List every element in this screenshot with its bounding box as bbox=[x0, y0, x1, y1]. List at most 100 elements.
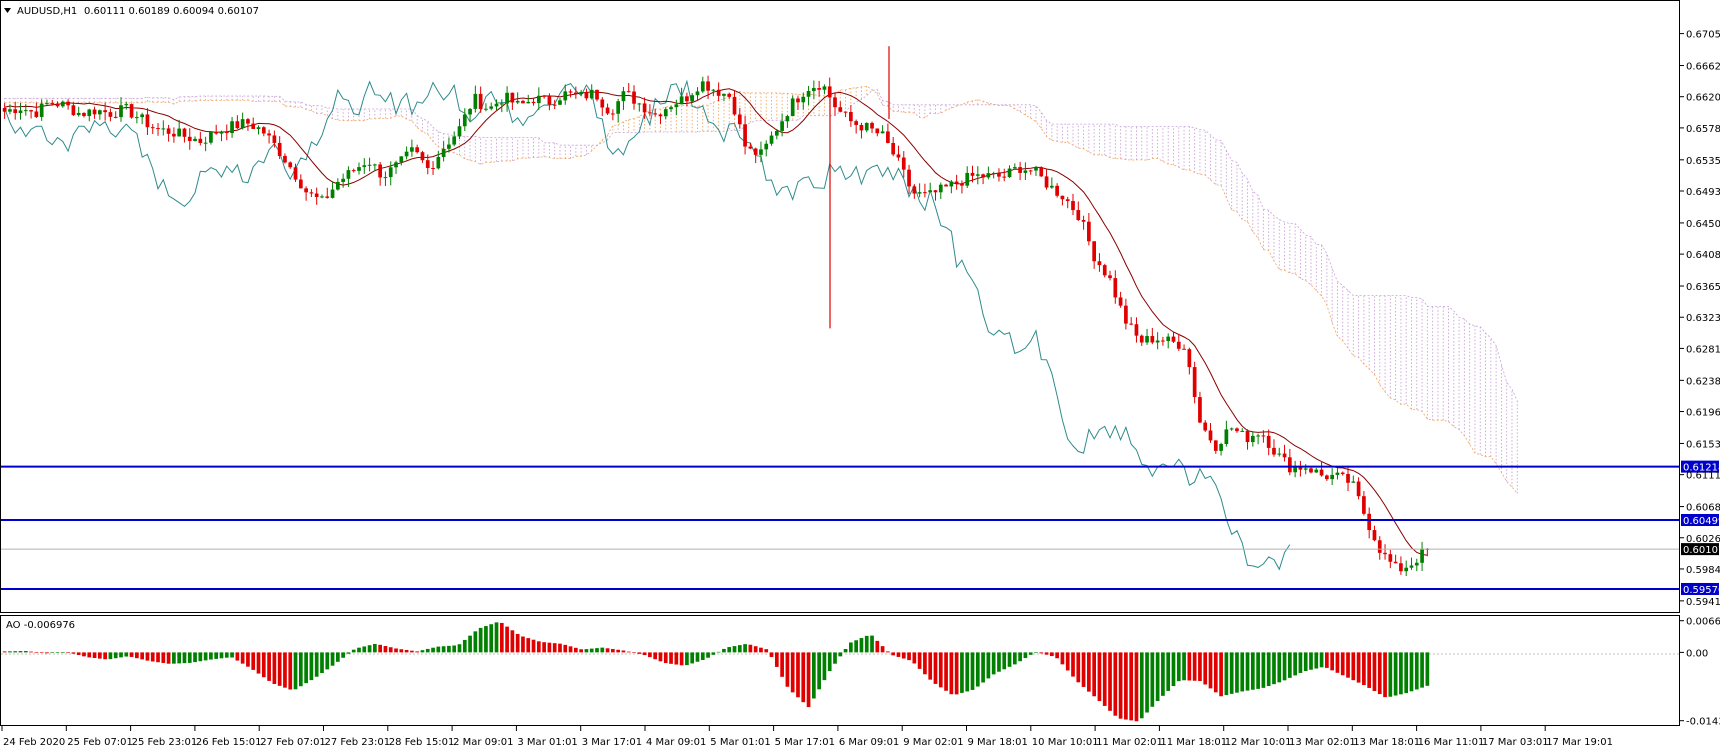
candle-body bbox=[700, 81, 705, 92]
candle-body bbox=[219, 131, 224, 134]
candle-body bbox=[187, 136, 192, 142]
ao-bar bbox=[1414, 652, 1419, 690]
triangle-down-icon[interactable] bbox=[4, 8, 11, 13]
ao-bar bbox=[505, 626, 509, 653]
candle-body bbox=[891, 142, 896, 155]
ao-bar bbox=[981, 652, 985, 683]
ao-bar bbox=[648, 652, 652, 658]
candle-body bbox=[1367, 513, 1372, 531]
ao-bar bbox=[737, 645, 742, 653]
ao-bar bbox=[759, 647, 763, 653]
ao-bar bbox=[145, 652, 150, 661]
ao-bar bbox=[1161, 652, 1165, 696]
ao-bar bbox=[166, 652, 171, 664]
ao-bar bbox=[584, 649, 589, 653]
candle-body bbox=[1087, 221, 1091, 242]
ao-bar bbox=[1071, 652, 1075, 677]
ao-bar bbox=[18, 651, 23, 653]
candle-body bbox=[938, 184, 943, 193]
ao-bar bbox=[82, 652, 86, 657]
candle-body bbox=[1335, 472, 1340, 475]
candle-body bbox=[1330, 474, 1335, 480]
candle-body bbox=[1309, 468, 1313, 473]
ao-bar bbox=[1124, 652, 1128, 720]
ao-bar bbox=[45, 652, 49, 654]
candle-body bbox=[8, 109, 12, 112]
candle-body bbox=[1166, 336, 1171, 341]
ao-bar bbox=[1325, 652, 1329, 668]
ao-bar bbox=[1102, 652, 1107, 706]
candle-body bbox=[669, 107, 673, 110]
ao-bar bbox=[1335, 652, 1340, 673]
ao-bar bbox=[1023, 652, 1028, 659]
ao-bar bbox=[1171, 652, 1176, 687]
price-tick-label: 0.64930 bbox=[1686, 187, 1720, 198]
candle-body bbox=[240, 119, 245, 129]
ao-bar bbox=[346, 652, 351, 654]
candle-body bbox=[1060, 195, 1065, 200]
ao-bar bbox=[420, 650, 425, 653]
ao-bar bbox=[1065, 652, 1070, 671]
candle-body bbox=[415, 147, 420, 153]
ao-bar bbox=[499, 622, 504, 653]
chart-canvas[interactable]: 0.612180.604990.595700.60107 0.670500.66… bbox=[0, 0, 1720, 751]
ao-bar bbox=[367, 645, 372, 653]
ao-bar bbox=[187, 652, 192, 663]
ao-bar bbox=[679, 652, 684, 666]
ao-bar bbox=[1404, 652, 1409, 694]
candle-body bbox=[901, 157, 906, 170]
ao-bar bbox=[1155, 652, 1160, 702]
ao-bar bbox=[711, 652, 716, 655]
candle-body bbox=[484, 108, 488, 110]
candle-body bbox=[1314, 469, 1319, 473]
current-price-label: 0.60107 bbox=[1683, 545, 1720, 556]
ao-bar bbox=[1208, 652, 1213, 689]
candle-body bbox=[1129, 323, 1134, 325]
candle-body bbox=[341, 178, 345, 182]
ao-bar bbox=[642, 652, 647, 656]
ao-bar bbox=[1425, 652, 1430, 686]
candle-body bbox=[351, 170, 356, 172]
candle-body bbox=[246, 119, 250, 124]
ao-bar bbox=[150, 652, 155, 662]
time-tick-label: 17 Mar 19:01 bbox=[1546, 737, 1613, 748]
candle-body bbox=[1272, 447, 1276, 455]
price-tick-label: 0.66620 bbox=[1686, 62, 1720, 73]
ao-bar bbox=[1250, 652, 1255, 690]
candle-body bbox=[82, 112, 86, 117]
ao-bar bbox=[938, 652, 943, 688]
price-tick-label: 0.65350 bbox=[1686, 156, 1720, 167]
candle-body bbox=[573, 92, 578, 95]
ao-bar bbox=[1303, 652, 1308, 671]
ao-bar bbox=[1034, 651, 1038, 653]
candle-body bbox=[653, 113, 658, 115]
candle-body bbox=[172, 133, 176, 137]
candle-body bbox=[690, 95, 695, 102]
price-tick-label: 0.62810 bbox=[1686, 344, 1720, 355]
candle-body bbox=[224, 131, 229, 134]
ao-indicator-label: AO -0.006976 bbox=[6, 620, 75, 631]
ao-bar bbox=[1139, 652, 1144, 719]
candle-body bbox=[769, 135, 774, 144]
ao-bar bbox=[462, 639, 467, 653]
ao-bar bbox=[986, 652, 991, 679]
ao-bar bbox=[605, 648, 610, 653]
ao-bar bbox=[34, 652, 39, 653]
price-tick-label: 0.64080 bbox=[1686, 250, 1720, 261]
ao-bar bbox=[425, 648, 430, 653]
candle-body bbox=[849, 112, 853, 122]
ao-bar bbox=[441, 646, 446, 653]
time-tick-label: 3 Mar 17:01 bbox=[582, 737, 642, 748]
candle-body bbox=[499, 103, 504, 105]
ao-bar bbox=[896, 652, 901, 657]
ao-bar bbox=[944, 652, 948, 691]
candle-body bbox=[843, 111, 848, 113]
candle-body bbox=[1409, 565, 1414, 568]
candle-body bbox=[1208, 430, 1213, 441]
candle-body bbox=[145, 114, 150, 128]
ao-bar bbox=[288, 652, 293, 690]
ao-bar bbox=[13, 651, 18, 653]
ao-bar bbox=[769, 652, 774, 657]
ao-bar bbox=[251, 652, 256, 670]
candle-body bbox=[748, 146, 753, 149]
